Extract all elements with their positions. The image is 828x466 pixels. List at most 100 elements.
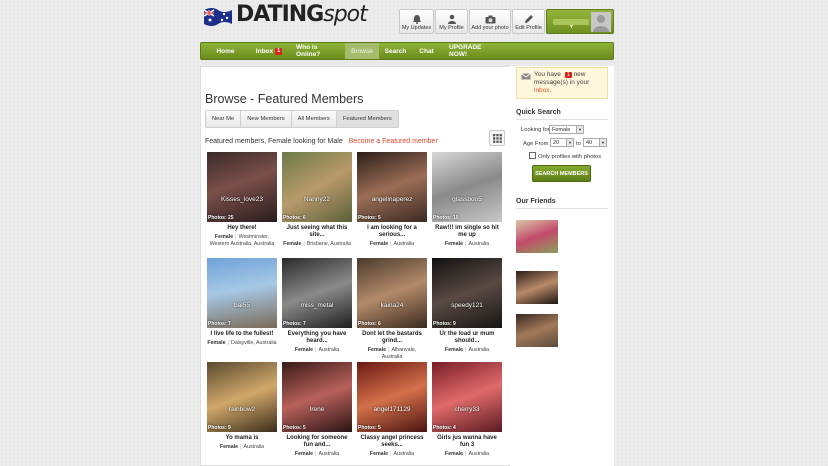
member-photo[interactable]: glassboo5 Photos: 10 [432, 152, 502, 222]
member-location: Female | Australia [294, 451, 340, 457]
member-headline[interactable]: Raw!!! im single so hit me up [432, 225, 502, 239]
member-location: Female | Australia [444, 241, 490, 247]
age-from-select[interactable]: 20 ▼ [550, 138, 574, 147]
nav-upgrade[interactable]: UPGRADE NOW! [441, 43, 501, 59]
nav-search[interactable]: Search [379, 43, 412, 59]
member-card[interactable]: kaina24 Photos: 6 Dont let the bastards … [357, 258, 427, 360]
inbox-link[interactable]: inbox [534, 87, 550, 94]
member-card[interactable]: miss_metal Photos: 7 Everything you have… [282, 258, 352, 354]
member-headline[interactable]: Classy angel princess seeks... [357, 435, 427, 449]
member-headline[interactable]: Just seeing what this site... [282, 225, 352, 239]
right-sidebar: You have 1 new message(s) in your inbox.… [510, 66, 614, 466]
member-location: Female | Brisbane, Australia [283, 241, 351, 247]
nav-browse[interactable]: Browse [345, 43, 379, 59]
age-to-label: to [576, 141, 581, 147]
tab-new-members[interactable]: New Members [241, 111, 292, 127]
member-card[interactable]: bal55 Photos: 7 I live life to the fulle… [207, 258, 277, 347]
member-location: Female | Australia [219, 444, 265, 450]
member-headline[interactable]: Looking for someone fun and... [282, 435, 352, 449]
pencil-icon [524, 15, 533, 23]
member-headline[interactable]: I am looking for a serious... [357, 225, 427, 239]
my-profile-button[interactable]: My Profile [435, 9, 468, 34]
member-photo[interactable]: kaina24 Photos: 6 [357, 258, 427, 328]
age-to-select[interactable]: 40 ▼ [583, 138, 607, 147]
nav-home[interactable]: Home [201, 43, 250, 59]
member-headline[interactable]: I live life to the fullest! [207, 331, 277, 338]
member-photo[interactable]: miss_metal Photos: 7 [282, 258, 352, 328]
member-location: Female | Albanvale, Australia [367, 347, 417, 360]
age-from-label: Age From [523, 141, 549, 147]
our-friends-title: Our Friends [516, 198, 556, 205]
envelope-icon [521, 73, 531, 83]
person-icon [447, 14, 456, 24]
page-title: Browse - Featured Members [205, 92, 364, 106]
member-headline[interactable]: Ur the load ur mum should... [432, 331, 502, 345]
looking-for-select[interactable]: Female ▼ [549, 125, 584, 134]
add-photo-button[interactable]: Add your photo [469, 9, 511, 34]
message-count-badge: 1 [564, 72, 572, 78]
grid-view-button[interactable] [489, 130, 505, 146]
member-photo[interactable]: Nanny22 Photos: 6 [282, 152, 352, 222]
logo-text: DATINGspot [236, 2, 368, 27]
member-card[interactable]: cherry33 Photos: 4 Girls jus wanna have … [432, 362, 502, 458]
inbox-count-badge: 1 [275, 47, 283, 55]
user-menu[interactable]: ▼ [546, 9, 614, 34]
member-photo[interactable]: Kisses_love23 Photos: 25 [207, 152, 277, 222]
tab-featured-members[interactable]: Featured Members [336, 111, 398, 127]
member-headline[interactable]: Everything you have heard... [282, 331, 352, 345]
featured-text: Featured members, Female looking for Mal… [205, 138, 343, 145]
member-headline[interactable]: Yo mama is [207, 435, 277, 442]
edit-profile-button[interactable]: Edit Profile [512, 9, 545, 34]
member-photo[interactable]: angelinaperez Photos: 5 [357, 152, 427, 222]
member-card[interactable]: rainbow2 Photos: 9 Yo mama is Female | Aus… [207, 362, 277, 451]
member-headline[interactable]: Girls jus wanna have fun 3 [432, 435, 502, 449]
chevron-down-icon: ▼ [566, 139, 573, 146]
browse-tabs: Near Me New Members All Members Featured… [205, 110, 399, 128]
avatar [591, 12, 611, 32]
member-location: Female | Australia [294, 347, 340, 353]
tab-near-me[interactable]: Near Me [206, 111, 242, 127]
featured-description: Featured members, Female looking for Mal… [205, 138, 438, 145]
member-card[interactable]: angel171129 Photos: 5 Classy angel princ… [357, 362, 427, 458]
member-photo[interactable]: bal55 Photos: 7 [207, 258, 277, 328]
member-location: Female | Westminster, Western Australia, A… [209, 234, 275, 247]
member-location: Female | Australia [369, 451, 415, 457]
member-card[interactable]: Nanny22 Photos: 6 Just seeing what this … [282, 152, 352, 248]
nav-inbox[interactable]: Inbox 1 [250, 43, 288, 59]
member-location: Female | Australia [444, 451, 490, 457]
my-updates-button[interactable]: My Updates [399, 9, 434, 34]
become-featured-link[interactable]: Become a Featured member [349, 138, 438, 145]
member-location: Female | Australia [369, 241, 415, 247]
member-card[interactable]: speedy121 Photos: 9 Ur the load ur mum s… [432, 258, 502, 354]
member-card[interactable]: Kisses_love23 Photos: 25 Hey there! Fema… [207, 152, 277, 247]
member-card[interactable]: Irene Photos: 5 Looking for someone fun … [282, 362, 352, 458]
looking-for-label: Looking for [521, 127, 550, 133]
nav-whos-online[interactable]: Who is Online? [288, 43, 345, 59]
divider [516, 119, 608, 120]
member-photo[interactable]: cherry33 Photos: 4 [432, 362, 502, 432]
member-photo[interactable]: Irene Photos: 5 [282, 362, 352, 432]
friend-thumbnail[interactable] [516, 271, 558, 304]
grid-icon [492, 133, 502, 143]
only-photos-label: Only profiles with photos [538, 154, 602, 160]
member-location: Female | Australia [444, 347, 490, 353]
member-photo[interactable]: rainbow2 Photos: 9 [207, 362, 277, 432]
nav-inbox-label: Inbox [255, 47, 274, 55]
divider [516, 208, 608, 209]
member-headline[interactable]: Dont let the bastards grind... [357, 331, 427, 345]
member-headline[interactable]: Hey there! [207, 225, 277, 232]
member-card[interactable]: angelinaperez Photos: 5 I am looking for… [357, 152, 427, 248]
member-photo[interactable]: speedy121 Photos: 9 [432, 258, 502, 328]
only-photos-checkbox[interactable] [529, 152, 536, 159]
member-card[interactable]: glassboo5 Photos: 10 Raw!!! im single so… [432, 152, 502, 248]
member-photo[interactable]: angel171129 Photos: 5 [357, 362, 427, 432]
chevron-down-icon: ▼ [599, 139, 606, 146]
site-logo[interactable]: DATINGspot [202, 2, 368, 27]
tab-all-members[interactable]: All Members [291, 111, 337, 127]
member-location: Female | Daisyville, Australia [207, 340, 277, 346]
friend-thumbnail[interactable] [516, 314, 558, 347]
australia-flag-icon [202, 5, 234, 26]
search-members-button[interactable]: SEARCH MEMBERS [532, 165, 591, 182]
friend-thumbnail[interactable] [516, 220, 558, 253]
nav-chat[interactable]: Chat [412, 43, 441, 59]
